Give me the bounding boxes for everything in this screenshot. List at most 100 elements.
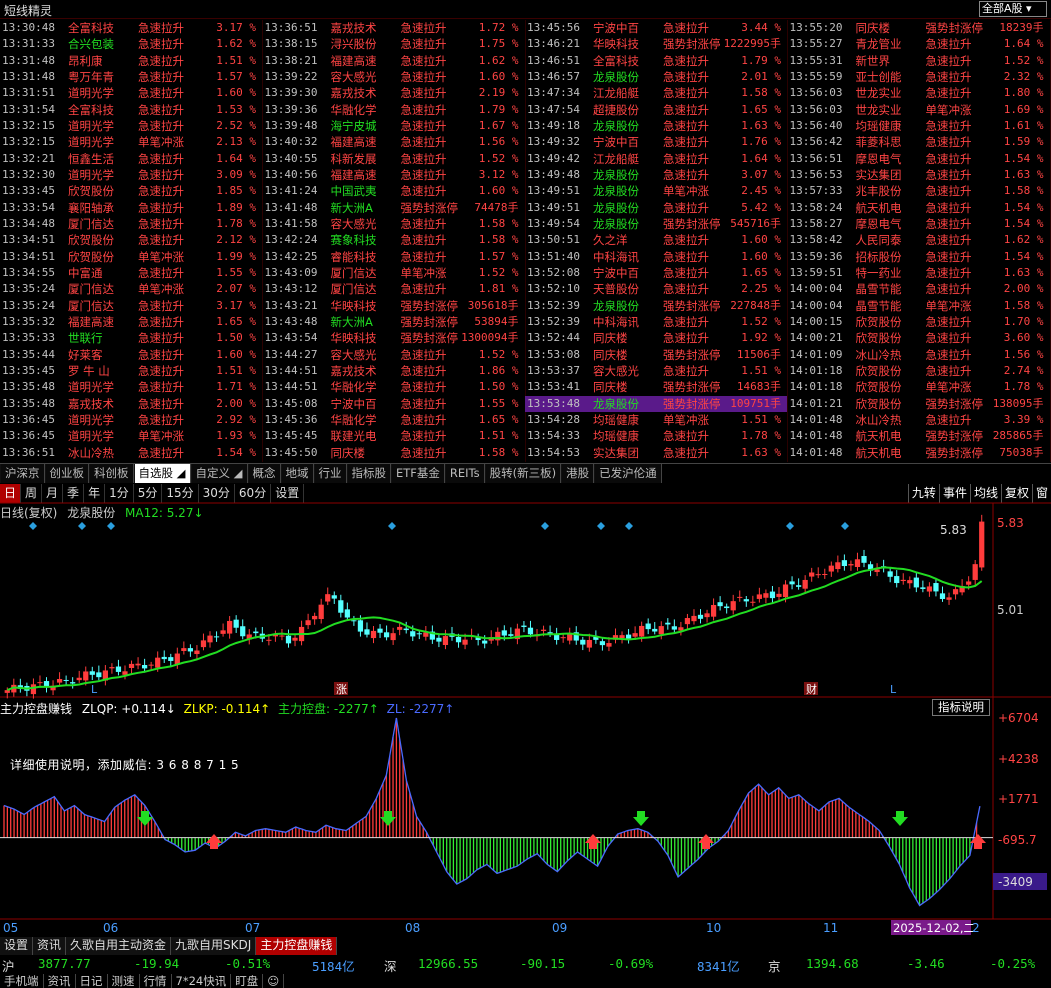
candle-body [397, 626, 403, 630]
sz-pct: -0.69% [608, 956, 654, 971]
candle-body [946, 597, 952, 600]
event-diamond-icon[interactable] [29, 522, 37, 530]
candle-body [76, 677, 82, 681]
candle-body [416, 633, 422, 635]
indicator-tab[interactable]: 主力控盘赚钱 [256, 937, 338, 955]
candle-body [181, 648, 187, 651]
candle-body [266, 639, 272, 641]
candle-body [200, 640, 207, 648]
candle-body [619, 635, 625, 639]
candle-body [377, 628, 383, 633]
footer-item[interactable]: 7*24快讯 [172, 974, 232, 988]
candle-body [913, 577, 919, 588]
candle-body [227, 620, 233, 634]
footer-item[interactable]: 行情 [140, 974, 172, 988]
candle-body [926, 586, 933, 592]
candle-body [861, 556, 867, 563]
candle-body [671, 626, 677, 630]
price-axis-top: 5.83 [997, 516, 1024, 530]
event-marker[interactable]: L [890, 683, 897, 696]
candle-body [841, 560, 848, 567]
event-diamond-icon[interactable] [786, 522, 794, 530]
candle-body [325, 594, 331, 602]
candle-body [809, 572, 815, 577]
footer-item[interactable]: 盯盘 [231, 974, 264, 988]
indicator-axis-label: +6704 [998, 711, 1039, 725]
candle-body [436, 637, 442, 642]
footer-item[interactable]: 日记 [76, 974, 108, 988]
index-bar: 沪 3877.77 -19.94 -0.51% 5184亿 深 12966.55… [0, 955, 1051, 974]
event-diamond-icon[interactable] [388, 522, 396, 530]
bj-change: -3.46 [907, 956, 945, 971]
candle-body [580, 639, 586, 645]
candle-body [737, 596, 743, 598]
event-diamond-icon[interactable] [78, 522, 86, 530]
indicator-tab[interactable]: 设置 [0, 937, 34, 955]
zlkp-value: ZLKP: -0.114↑ [183, 702, 271, 716]
candle-body [70, 682, 76, 684]
candle-body [285, 635, 292, 644]
bj-label: 京 [768, 959, 781, 974]
candle-body [920, 587, 926, 589]
kline-chart[interactable]: 5.83 5.01 5.83 L 涨 财 L +6704 +4238 +1771 -695.7 -34… [0, 0, 1051, 988]
candle-body [455, 636, 462, 643]
candle-body [756, 594, 762, 599]
event-diamond-icon[interactable] [597, 522, 605, 530]
candle-body [776, 593, 782, 597]
candle-body [907, 580, 913, 584]
indicator-help-button[interactable]: 指标说明 [932, 699, 990, 716]
footer-item[interactable]: ☺ [263, 974, 285, 988]
candle-body [253, 631, 259, 634]
event-diamond-icon[interactable] [841, 522, 849, 530]
candle-body [704, 613, 710, 618]
candle-body [684, 618, 691, 625]
candle-body [966, 581, 972, 585]
event-diamond-icon[interactable] [541, 522, 549, 530]
candle-body [96, 672, 102, 678]
candle-body [639, 625, 645, 637]
price-axis-mid: 5.01 [997, 603, 1024, 617]
sh-pct: -0.51% [225, 956, 271, 971]
candle-body [135, 663, 141, 666]
candle-body [802, 579, 808, 589]
candle-body [900, 579, 906, 582]
indicator-tab[interactable]: 九歌自用SKDJ [171, 937, 257, 955]
candle-body [795, 585, 802, 587]
candle-body [789, 581, 795, 585]
candle-body [743, 599, 749, 602]
candle-body [586, 639, 592, 648]
footer-item[interactable]: 手机端 [0, 974, 44, 988]
event-diamond-icon[interactable] [107, 522, 115, 530]
down-arrow-icon [633, 811, 649, 826]
candle-body [835, 562, 841, 570]
candle-body [364, 629, 370, 635]
candle-body [972, 564, 978, 580]
candle-body [815, 574, 821, 576]
candle-body [828, 565, 834, 572]
date-tag: 2025-12-02,二 [893, 921, 975, 935]
date-tag-suffix: 2 [972, 921, 980, 935]
control-value: 主力控盘: -2277↑ [278, 702, 379, 716]
event-marker[interactable]: 涨 [336, 683, 347, 696]
candle-body [30, 684, 37, 695]
indicator-axis-label: -695.7 [998, 833, 1037, 847]
sz-change: -90.15 [520, 956, 566, 971]
candle-body [233, 619, 239, 628]
candle-body [508, 634, 514, 636]
event-diamond-icon[interactable] [625, 522, 633, 530]
event-marker[interactable]: 财 [806, 682, 817, 696]
candle-body [390, 633, 396, 641]
indicator-tabs: 设置 资讯 久歌自用主动资金 九歌自用SKDJ 主力控盘赚钱 [0, 937, 338, 955]
up-arrow-icon [970, 834, 986, 849]
indicator-tab[interactable]: 久歌自用主动资金 [66, 937, 172, 955]
down-arrow-icon [892, 811, 908, 826]
candle-body [83, 671, 89, 681]
event-marker[interactable]: L [91, 683, 98, 696]
candle-body [155, 657, 161, 668]
candle-body [782, 584, 789, 598]
indicator-tab[interactable]: 资讯 [33, 937, 67, 955]
footer-item[interactable]: 资讯 [44, 974, 76, 988]
candle-body [141, 665, 148, 669]
candle-body [521, 625, 527, 627]
footer-item[interactable]: 测速 [108, 974, 140, 988]
